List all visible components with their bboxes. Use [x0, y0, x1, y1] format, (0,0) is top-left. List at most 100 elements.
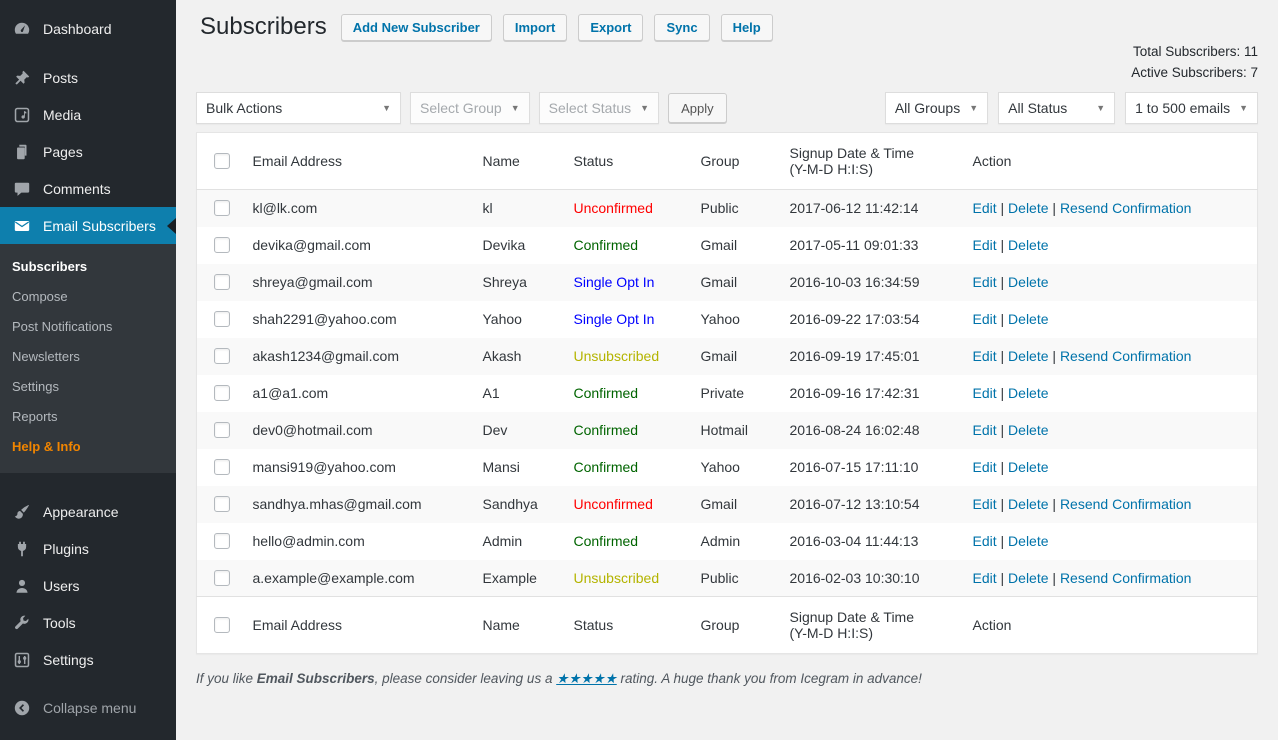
edit-link[interactable]: Edit — [973, 311, 997, 327]
row-checkbox[interactable] — [214, 422, 230, 438]
status-cell: Confirmed — [573, 459, 639, 475]
submenu-item-subscribers[interactable]: Subscribers — [0, 253, 176, 283]
name-cell: Dev — [482, 422, 508, 438]
plugin-name: Email Subscribers — [256, 671, 375, 686]
delete-link[interactable]: Delete — [1008, 570, 1048, 586]
bulk-actions-select[interactable]: Bulk Actions ▼ — [196, 92, 401, 124]
group-cell: Public — [700, 200, 739, 217]
group-cell: Public — [700, 569, 739, 586]
delete-link[interactable]: Delete — [1008, 274, 1048, 290]
submenu-item-post-notifications[interactable]: Post Notifications — [0, 313, 176, 343]
delete-link[interactable]: Delete — [1008, 348, 1048, 364]
sidebar-item-settings[interactable]: Settings — [0, 641, 176, 678]
sidebar-item-email-subscribers[interactable]: Email Subscribers — [0, 207, 176, 244]
email-cell: dev0@hotmail.com — [252, 422, 373, 438]
action-separator: | — [996, 459, 1009, 475]
row-checkbox[interactable] — [214, 385, 230, 401]
five-star-rating-link[interactable]: ★★★★★ — [556, 671, 617, 686]
resend-confirmation-link[interactable]: Resend Confirmation — [1060, 200, 1192, 216]
sidebar-item-appearance[interactable]: Appearance — [0, 493, 176, 530]
all-groups-select[interactable]: All Groups ▼ — [884, 92, 989, 124]
action-cell: Edit | Delete — [963, 523, 1258, 560]
sidebar-item-tools[interactable]: Tools — [0, 604, 176, 641]
signup-cell: 2016-09-19 17:45:01 — [789, 348, 920, 364]
delete-link[interactable]: Delete — [1008, 237, 1048, 253]
edit-link[interactable]: Edit — [973, 422, 997, 438]
row-checkbox[interactable] — [214, 348, 230, 364]
edit-link[interactable]: Edit — [973, 237, 997, 253]
group-cell: Gmail — [700, 274, 738, 290]
delete-link[interactable]: Delete — [1008, 533, 1048, 549]
sidebar-item-plugins[interactable]: Plugins — [0, 530, 176, 567]
wrench-icon — [12, 613, 32, 633]
resend-confirmation-link[interactable]: Resend Confirmation — [1060, 348, 1192, 364]
row-checkbox[interactable] — [214, 533, 230, 549]
delete-link[interactable]: Delete — [1008, 422, 1048, 438]
sidebar-item-comments[interactable]: Comments — [0, 170, 176, 207]
select-group-select[interactable]: Select Group ▼ — [410, 92, 530, 124]
action-separator: | — [1048, 496, 1060, 512]
chevron-down-icon: ▼ — [969, 103, 979, 113]
sidebar-item-users[interactable]: Users — [0, 567, 176, 604]
add-new-subscriber-button[interactable]: Add New Subscriber — [340, 13, 492, 41]
select-status-select[interactable]: Select Status ▼ — [538, 92, 660, 124]
delete-link[interactable]: Delete — [1008, 459, 1048, 475]
row-checkbox[interactable] — [214, 496, 230, 512]
sync-button[interactable]: Sync — [654, 13, 710, 41]
footer-text: If you like — [196, 671, 257, 686]
table-row: mansi919@yahoo.com Mansi Confirmed Yahoo 201… — [197, 449, 1258, 486]
sidebar-item-label: Dashboard — [43, 20, 112, 37]
submenu-item-settings[interactable]: Settings — [0, 373, 176, 403]
edit-link[interactable]: Edit — [973, 200, 997, 216]
sidebar-item-dashboard[interactable]: Dashboard — [0, 10, 176, 47]
submenu-item-help-info[interactable]: Help & Info — [0, 433, 176, 463]
paintbrush-icon — [12, 502, 32, 522]
edit-link[interactable]: Edit — [973, 385, 997, 401]
submenu-item-newsletters[interactable]: Newsletters — [0, 343, 176, 373]
resend-confirmation-link[interactable]: Resend Confirmation — [1060, 496, 1192, 512]
name-cell: Shreya — [482, 274, 527, 290]
row-checkbox[interactable] — [214, 237, 230, 253]
edit-link[interactable]: Edit — [973, 570, 997, 586]
import-button[interactable]: Import — [502, 13, 568, 41]
delete-link[interactable]: Delete — [1008, 311, 1048, 327]
help-button[interactable]: Help — [720, 13, 773, 41]
group-cell: Yahoo — [700, 311, 740, 327]
status-cell: Unconfirmed — [573, 496, 653, 512]
edit-link[interactable]: Edit — [973, 533, 997, 549]
action-cell: Edit | Delete | Resend Confirmation — [963, 338, 1258, 375]
select-all-checkbox[interactable] — [214, 153, 230, 169]
resend-confirmation-link[interactable]: Resend Confirmation — [1060, 570, 1192, 586]
email-range-select[interactable]: 1 to 500 emails ▼ — [1125, 92, 1258, 124]
sidebar-item-posts[interactable]: Posts — [0, 59, 176, 96]
row-checkbox[interactable] — [214, 274, 230, 290]
submenu-item-compose[interactable]: Compose — [0, 283, 176, 313]
export-button[interactable]: Export — [578, 13, 644, 41]
edit-link[interactable]: Edit — [973, 459, 997, 475]
select-status-value: Select Status — [548, 100, 632, 116]
sidebar-item-pages[interactable]: Pages — [0, 133, 176, 170]
edit-link[interactable]: Edit — [973, 496, 997, 512]
row-checkbox[interactable] — [214, 459, 230, 475]
edit-link[interactable]: Edit — [973, 274, 997, 290]
page-title: Subscribers — [200, 13, 327, 40]
row-checkbox[interactable] — [214, 311, 230, 327]
group-cell: Yahoo — [700, 459, 740, 475]
table-row: kl@lk.com kl Unconfirmed Public 2017-06-12 1… — [196, 189, 1258, 227]
delete-link[interactable]: Delete — [1008, 385, 1048, 401]
main-content: Subscribers Add New Subscriber Import Ex… — [176, 0, 1278, 740]
select-all-checkbox[interactable] — [214, 617, 230, 633]
subscriber-stats: Total Subscribers: 11 Active Subscribers… — [196, 41, 1258, 83]
sidebar-item-media[interactable]: Media — [0, 96, 176, 133]
row-checkbox[interactable] — [214, 200, 230, 217]
submenu-item-reports[interactable]: Reports — [0, 403, 176, 433]
all-status-select[interactable]: All Status ▼ — [998, 92, 1116, 124]
group-cell: Private — [700, 385, 745, 401]
group-cell: Hotmail — [700, 422, 748, 438]
row-checkbox[interactable] — [214, 569, 230, 586]
delete-link[interactable]: Delete — [1008, 496, 1048, 512]
collapse-menu-button[interactable]: Collapse menu — [0, 689, 176, 726]
edit-link[interactable]: Edit — [973, 348, 997, 364]
apply-button[interactable]: Apply — [668, 93, 727, 123]
delete-link[interactable]: Delete — [1008, 200, 1048, 216]
